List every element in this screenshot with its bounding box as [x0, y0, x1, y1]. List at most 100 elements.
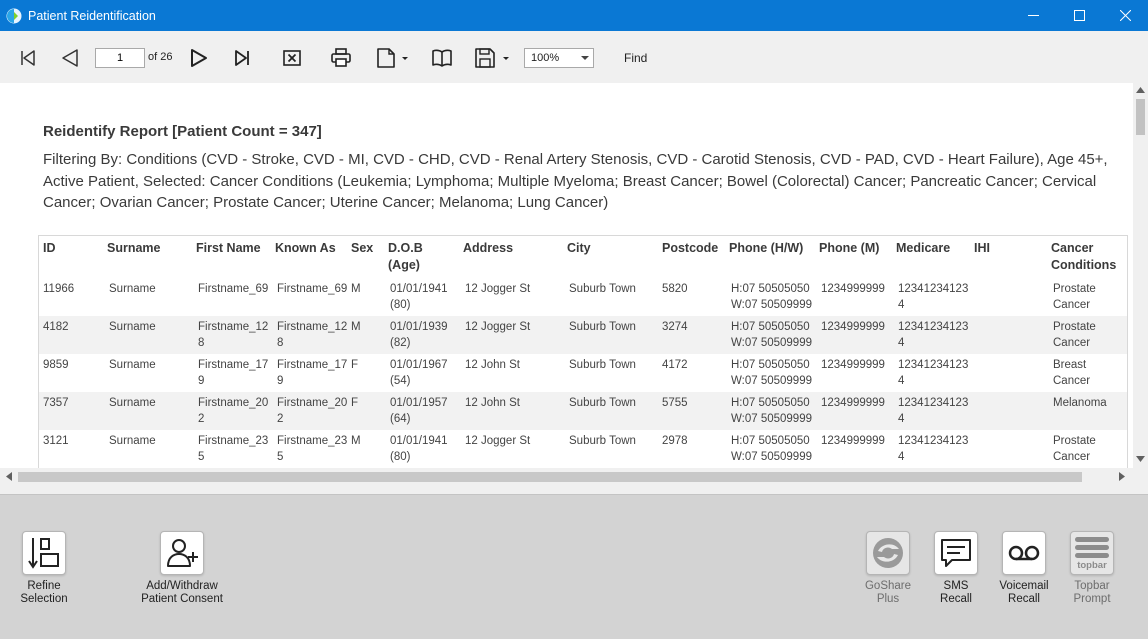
cell-cancer-conditions: Melanoma: [1053, 397, 1107, 409]
close-button[interactable]: [1102, 0, 1148, 31]
next-page-button[interactable]: [186, 45, 212, 71]
cell-cancer-conditions: Prostate Cancer: [1053, 321, 1096, 349]
report-viewer: Reidentify Report [Patient Count = 347] …: [0, 83, 1133, 468]
cell-known-as: Firstname_20 2: [277, 397, 347, 425]
cell-id: 11966: [43, 283, 75, 295]
table-body: 11966 Surname Firstname_69 Firstname_69 M 01/…: [39, 278, 1127, 468]
cell-phone-hw: H:07 50505050 W:07 50509999: [731, 397, 812, 425]
cell-city: Suburb Town: [569, 359, 636, 371]
stop-rendering-button[interactable]: [279, 45, 305, 71]
cell-phone-hw: H:07 50505050 W:07 50509999: [731, 435, 812, 463]
vertical-scrollbar[interactable]: [1133, 83, 1148, 468]
action-panel: Refine Selection Add/Withdraw Patient Co…: [0, 494, 1148, 639]
column-header-cancer-conditions: Cancer Conditions: [1051, 241, 1117, 272]
cell-surname: Surname: [109, 359, 156, 371]
cancel-x-icon: [283, 50, 301, 66]
open-book-icon: [432, 49, 452, 67]
vertical-scroll-thumb[interactable]: [1136, 99, 1145, 135]
add-withdraw-consent-button[interactable]: Add/Withdraw Patient Consent: [138, 531, 226, 606]
page-setup-dropdown[interactable]: [374, 45, 410, 71]
voicemail-tile: [1002, 531, 1046, 575]
table-row: 11966 Surname Firstname_69 Firstname_69 M 01/…: [39, 278, 1127, 316]
previous-page-button[interactable]: [57, 45, 83, 71]
title-bar: Patient Reidentification: [0, 0, 1148, 31]
next-page-icon: [191, 49, 207, 67]
page-count-label: of 26: [148, 51, 173, 63]
first-page-button[interactable]: [15, 45, 41, 71]
page-number-input[interactable]: [95, 48, 145, 68]
cell-ihi: [970, 278, 1047, 316]
cell-surname: Surname: [109, 283, 156, 295]
minimize-icon: [1027, 15, 1039, 16]
cell-medicare: 12341234123 4: [898, 397, 969, 425]
minimize-button[interactable]: [1010, 0, 1056, 31]
cell-postcode: 2978: [662, 435, 688, 447]
cell-postcode: 3274: [662, 321, 688, 333]
horizontal-scrollbar[interactable]: [0, 468, 1133, 485]
sms-tile: [934, 531, 978, 575]
cell-address: 12 John St: [465, 359, 520, 371]
cell-id: 4182: [43, 321, 69, 333]
cell-medicare: 12341234123 4: [898, 283, 969, 311]
cell-id: 7357: [43, 397, 69, 409]
goshare-plus-button: GoShare Plus: [864, 531, 912, 606]
cell-surname: Surname: [109, 321, 156, 333]
cell-phone-m: 1234999999: [821, 283, 885, 295]
print-button[interactable]: [328, 45, 354, 71]
cell-phone-hw: H:07 50505050 W:07 50509999: [731, 359, 812, 387]
page-document-icon: [377, 48, 408, 68]
cell-sex: F: [351, 397, 359, 409]
cell-postcode: 5755: [662, 397, 688, 409]
cell-phone-m: 1234999999: [821, 397, 885, 409]
column-header-dob: D.O.B (Age): [388, 241, 423, 272]
export-dropdown[interactable]: [472, 45, 512, 71]
scroll-right-icon: [1119, 472, 1125, 481]
cell-known-as: Firstname_23 5: [277, 435, 347, 463]
cell-surname: Surname: [109, 397, 156, 409]
cell-phone-m: 1234999999: [821, 435, 885, 447]
sms-recall-button[interactable]: SMS Recall: [932, 531, 980, 606]
cell-postcode: 5820: [662, 283, 688, 295]
topbar-logo-text: topbar: [1077, 560, 1107, 571]
voicemail-icon: [1008, 545, 1040, 561]
column-header-id: ID: [43, 241, 56, 255]
column-header-medicare: Medicare: [896, 241, 951, 255]
cell-city: Suburb Town: [569, 435, 636, 447]
view-mode-button[interactable]: [429, 45, 455, 71]
table-row: 9859 Surname Firstname_17 9 Firstname_17 9 F…: [39, 354, 1127, 392]
cell-phone-hw: H:07 50505050 W:07 50509999: [731, 321, 812, 349]
zoom-value: 100%: [531, 52, 560, 64]
cell-known-as: Firstname_69: [277, 283, 347, 295]
cell-surname: Surname: [109, 435, 156, 447]
cell-dob: 01/01/1941 (80): [390, 435, 448, 463]
refine-selection-label: Refine Selection: [20, 580, 68, 605]
refine-selection-button[interactable]: Refine Selection: [20, 531, 68, 606]
table-header-row: ID Surname First Name Known As Sex D.O.B (Age…: [39, 236, 1127, 278]
table-row: 3121 Surname Firstname_23 5 Firstname_23 5 M…: [39, 430, 1127, 468]
column-header-known-as: Known As: [275, 241, 336, 255]
zoom-select[interactable]: 100%: [524, 48, 594, 68]
cell-id: 3121: [43, 435, 69, 447]
column-header-sex: Sex: [351, 241, 374, 255]
horizontal-scroll-thumb[interactable]: [18, 472, 1082, 482]
cell-known-as: Firstname_12 8: [277, 321, 347, 349]
cell-cancer-conditions: Prostate Cancer: [1053, 435, 1096, 463]
cell-cancer-conditions: Breast Cancer: [1053, 359, 1091, 387]
topbar-tile: topbar: [1070, 531, 1114, 575]
last-page-button[interactable]: [229, 45, 255, 71]
column-header-ihi: IHI: [974, 241, 990, 255]
cell-id: 9859: [43, 359, 69, 371]
cell-ihi: [970, 430, 1047, 468]
find-button[interactable]: Find: [624, 51, 647, 65]
cell-ihi: [970, 354, 1047, 392]
cell-first-name: Firstname_23 5: [198, 435, 269, 463]
window-title: Patient Reidentification: [28, 8, 156, 23]
cell-phone-m: 1234999999: [821, 321, 885, 333]
topbar-prompt-button: topbar Topbar Prompt: [1068, 531, 1116, 606]
maximize-button[interactable]: [1056, 0, 1102, 31]
save-disk-icon: [475, 48, 509, 68]
voicemail-recall-button[interactable]: Voicemail Recall: [996, 531, 1052, 606]
cell-first-name: Firstname_20 2: [198, 397, 269, 425]
maximize-icon: [1073, 10, 1085, 21]
app-logo-icon: [6, 8, 22, 23]
